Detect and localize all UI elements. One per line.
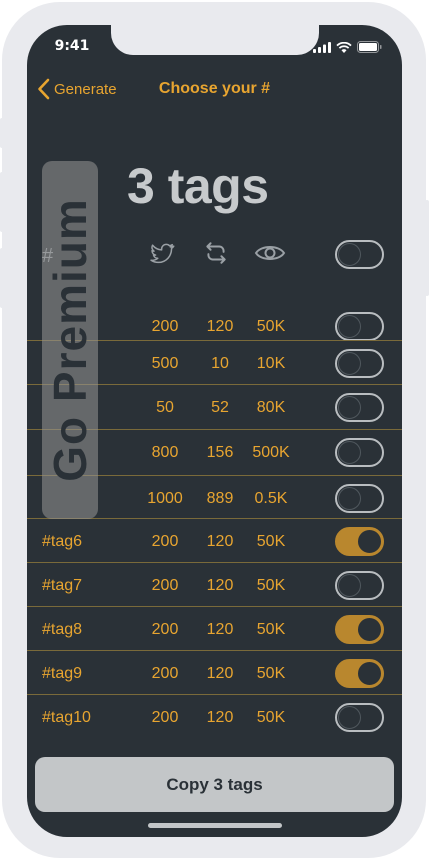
hashtag-name: #tag7 <box>42 577 83 594</box>
retweets-count: 120 <box>206 577 234 594</box>
toggle-knob <box>338 396 361 419</box>
likes-count: 200 <box>151 533 179 550</box>
retweets-count: 52 <box>211 399 229 416</box>
status-time: 9:41 <box>54 38 90 54</box>
power-button <box>425 200 429 296</box>
toggle-knob <box>338 574 361 597</box>
likes-count: 800 <box>151 444 179 461</box>
page-title: Choose your # <box>158 80 271 97</box>
copy-tags-button[interactable]: Copy 3 tags <box>35 757 394 812</box>
toggle-knob <box>338 315 361 338</box>
views-count: 50K <box>256 621 286 638</box>
likes-count: 200 <box>151 621 179 638</box>
views-count: 0.5K <box>254 490 288 507</box>
hashtag-row: #tag8 200 120 50K <box>27 606 402 651</box>
wifi-icon <box>336 41 352 53</box>
hashtag-row: #tag7 200 120 50K <box>27 562 402 607</box>
hashtag-name: #tag9 <box>42 665 83 682</box>
retweets-count: 10 <box>211 355 229 372</box>
retweets-count: 120 <box>206 665 234 682</box>
app-screen: 9:41 Generate Choose your # 3 tags # <box>27 25 402 837</box>
likes-count: 200 <box>151 709 179 726</box>
toggle-knob <box>358 530 381 553</box>
select-all-toggle[interactable] <box>335 240 384 269</box>
hashtag-row: #tag10 200 120 50K <box>27 694 402 739</box>
views-count: 500K <box>252 444 290 461</box>
hashtag-name: #tag10 <box>42 709 91 726</box>
retweets-count: 120 <box>206 621 234 638</box>
views-count: 10K <box>256 355 286 372</box>
views-count: 80K <box>256 399 286 416</box>
likes-count: 50 <box>156 399 174 416</box>
toggle-knob <box>338 706 361 729</box>
notch <box>111 25 319 55</box>
hashtag-name: #tag8 <box>42 621 83 638</box>
views-count: 50K <box>256 709 286 726</box>
retweets-count: 889 <box>206 490 234 507</box>
hashtag-select-toggle[interactable] <box>335 527 384 556</box>
retweet-icon <box>206 242 226 264</box>
toggle-knob <box>358 662 381 685</box>
hashtag-select-toggle[interactable] <box>335 615 384 644</box>
hashtag-select-toggle[interactable] <box>335 438 384 467</box>
retweets-count: 156 <box>206 444 234 461</box>
hashtag-name: #tag6 <box>42 533 83 550</box>
mute-switch <box>0 118 4 148</box>
hashtag-select-toggle[interactable] <box>335 571 384 600</box>
likes-count: 200 <box>151 577 179 594</box>
battery-icon <box>357 41 382 53</box>
likes-count: 200 <box>151 318 179 335</box>
toggle-knob <box>338 487 361 510</box>
views-count: 50K <box>256 577 286 594</box>
home-indicator <box>148 823 282 828</box>
selected-count: 3 tags <box>127 158 269 214</box>
eye-icon <box>254 246 286 260</box>
hashtag-select-toggle[interactable] <box>335 484 384 513</box>
go-premium-banner[interactable]: Go Premium <box>42 161 98 519</box>
hashtag-select-toggle[interactable] <box>335 349 384 378</box>
views-count: 50K <box>256 318 286 335</box>
hashtag-select-toggle[interactable] <box>335 659 384 688</box>
volume-down-button <box>0 248 4 308</box>
likes-count: 200 <box>151 665 179 682</box>
signal-icon <box>313 41 331 53</box>
retweets-count: 120 <box>206 533 234 550</box>
hashtag-select-toggle[interactable] <box>335 393 384 422</box>
views-count: 50K <box>256 533 286 550</box>
likes-count: 1000 <box>147 490 183 507</box>
toggle-knob <box>338 352 361 375</box>
toggle-knob <box>358 618 381 641</box>
likes-count: 500 <box>151 355 179 372</box>
hashtag-select-toggle[interactable] <box>335 312 384 341</box>
hashtag-row: #tag9 200 120 50K <box>27 650 402 695</box>
volume-up-button <box>0 172 4 232</box>
toggle-knob <box>338 441 361 464</box>
retweets-count: 120 <box>206 318 234 335</box>
hashtag-row: #tag6 200 120 50K <box>27 518 402 563</box>
hashtag-select-toggle[interactable] <box>335 703 384 732</box>
views-count: 50K <box>256 665 286 682</box>
status-icons <box>313 41 382 53</box>
retweets-count: 120 <box>206 709 234 726</box>
twitter-icon <box>150 243 175 264</box>
go-premium-label: Go Premium <box>44 198 97 482</box>
